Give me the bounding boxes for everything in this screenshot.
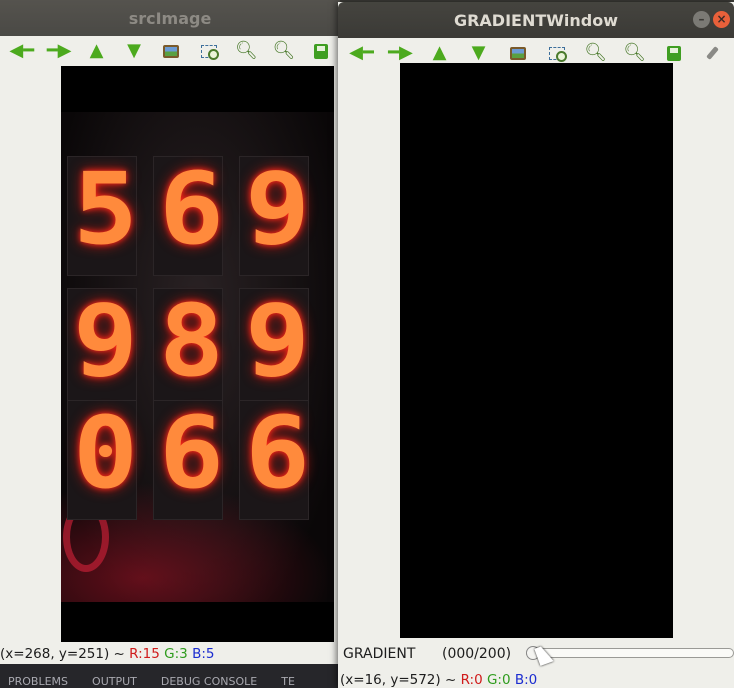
src-image-window: srcImage ◀━ ━▶ ▲ ▼ 🔍︎ 🔍︎ 5 6 9 9 8 9 0 6… (0, 0, 340, 664)
display-digit: 0 (73, 396, 139, 512)
src-status-b: B:5 (192, 646, 215, 662)
zoom-rect-icon (548, 46, 567, 62)
pan-up-button[interactable]: ▲ (78, 37, 115, 65)
zoom-in-icon: 🔍︎ (584, 42, 607, 63)
pan-down-button[interactable]: ▼ (115, 37, 152, 65)
arrow-down-icon: ▼ (127, 40, 141, 61)
save-icon (314, 43, 329, 59)
display-digit: 9 (245, 284, 311, 400)
gradient-status-r: R:0 (460, 672, 483, 688)
src-status-g: G:3 (164, 646, 188, 662)
display-digit: 6 (245, 396, 311, 512)
zoom-original-button[interactable] (153, 37, 190, 65)
arrow-left-icon: ◀━ (9, 40, 35, 61)
minimize-button[interactable]: – (693, 11, 710, 28)
close-button[interactable]: × (713, 11, 730, 28)
src-status-bar: (x=268, y=251) ~ R:15 G:3 B:5 (0, 646, 214, 662)
src-window-titlebar[interactable]: srcImage (0, 0, 340, 36)
src-toolbar: ◀━ ━▶ ▲ ▼ 🔍︎ 🔍︎ (0, 36, 340, 66)
zoom-out-icon: 🔍︎ (623, 42, 646, 63)
image-icon (163, 44, 180, 58)
gradient-window-titlebar[interactable]: GRADIENTWindow – × (338, 2, 734, 38)
gradient-status-g: G:0 (486, 672, 511, 688)
close-icon: × (716, 12, 727, 26)
display-digit: 9 (73, 284, 139, 400)
gradient-trackbar-row: GRADIENT (000/200) (338, 642, 734, 666)
arrow-right-icon: ━▶ (388, 42, 413, 63)
gradient-status-bar: (x=16, y=572) ~ R:0 G:0 B:0 (340, 672, 537, 688)
pan-left-button[interactable]: ◀━ (342, 39, 381, 67)
display-digit: 6 (159, 396, 225, 512)
src-image-canvas[interactable]: 5 6 9 9 8 9 0 6 6 (61, 66, 334, 642)
zoom-fit-button[interactable] (190, 37, 227, 65)
trackbar-label: GRADIENT (343, 646, 416, 662)
gradient-trackbar[interactable] (526, 648, 734, 658)
zoom-in-icon: 🔍︎ (234, 40, 258, 61)
src-window-title: srcImage (128, 8, 212, 28)
tab-output[interactable]: OUTPUT (92, 675, 137, 688)
gradient-status-coords: (x=16, y=572) ~ (340, 672, 461, 688)
save-icon (666, 45, 681, 61)
arrow-left-icon: ◀━ (349, 42, 374, 63)
minimize-icon: – (698, 12, 705, 26)
trackbar-value: (000/200) (442, 646, 512, 662)
src-status-coords: (x=268, y=251) ~ (0, 646, 130, 662)
display-digit: 8 (159, 284, 225, 400)
arrow-right-icon: ━▶ (46, 40, 72, 61)
arrow-up-icon: ▲ (432, 42, 447, 63)
zoom-out-button[interactable]: 🔍︎ (265, 37, 302, 65)
display-digit: 9 (245, 152, 311, 268)
ide-bottom-panel-tabs: PROBLEMS OUTPUT DEBUG CONSOLE TE (0, 664, 340, 688)
src-status-r: R:15 (129, 646, 160, 662)
tab-problems[interactable]: PROBLEMS (8, 675, 68, 688)
display-digit: 6 (159, 152, 225, 268)
display-digit: 5 (73, 152, 139, 268)
zoom-in-button[interactable]: 🔍︎ (228, 37, 265, 65)
brush-icon (706, 46, 719, 60)
gradient-window-title: GRADIENTWindow (453, 10, 619, 30)
pan-right-button[interactable]: ━▶ (40, 37, 77, 65)
image-icon (509, 46, 526, 60)
seven-segment-photo: 5 6 9 9 8 9 0 6 6 (61, 112, 334, 602)
properties-button[interactable] (693, 39, 732, 67)
arrow-up-icon: ▲ (89, 40, 104, 61)
tab-terminal[interactable]: TE (281, 675, 295, 688)
save-button[interactable] (303, 37, 340, 65)
pan-left-button[interactable]: ◀━ (3, 37, 40, 65)
gradient-window: GRADIENTWindow – × ◀━ ━▶ ▲ ▼ 🔍︎ 🔍︎ GRADI… (338, 2, 734, 688)
arrow-down-icon: ▼ (471, 42, 486, 63)
zoom-out-icon: 🔍︎ (272, 40, 296, 61)
gradient-image-canvas[interactable] (400, 63, 673, 638)
zoom-rect-icon (200, 44, 219, 60)
tab-debug-console[interactable]: DEBUG CONSOLE (161, 675, 257, 688)
gradient-status-b: B:0 (514, 672, 538, 688)
